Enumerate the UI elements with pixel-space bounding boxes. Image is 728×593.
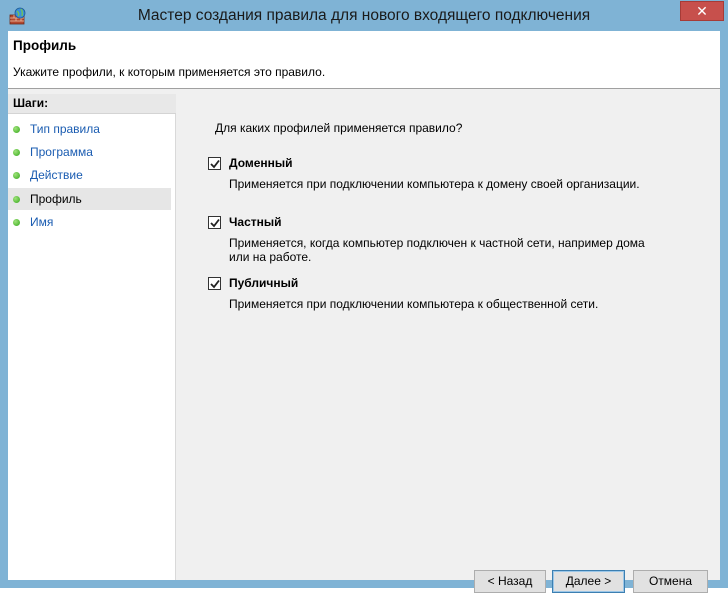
step-status-icon [13, 219, 20, 226]
step-status-icon [13, 149, 20, 156]
domain-label[interactable]: Доменный [229, 156, 293, 170]
public-label[interactable]: Публичный [229, 276, 298, 290]
back-button[interactable]: < Назад [474, 570, 546, 593]
checkmark-icon [210, 159, 220, 169]
steps-heading: Шаги: [8, 94, 176, 114]
private-checkbox[interactable] [208, 216, 221, 229]
domain-checkbox[interactable] [208, 157, 221, 170]
profiles-question: Для каких профилей применяется правило? [215, 121, 463, 135]
private-description: Применяется, когда компьютер подключен к… [229, 236, 645, 264]
checkmark-icon [210, 279, 220, 289]
step-status-icon [13, 196, 20, 203]
close-button[interactable]: ✕ [680, 1, 724, 21]
public-description: Применяется при подключении компьютера к… [229, 297, 599, 311]
page-title: Профиль [13, 38, 77, 53]
private-label[interactable]: Частный [229, 215, 282, 229]
step-label: Программа [30, 145, 93, 159]
next-button[interactable]: Далее > [552, 570, 625, 593]
step-label: Имя [30, 215, 54, 229]
step-action[interactable]: Действие [8, 164, 171, 186]
cancel-button[interactable]: Отмена [633, 570, 708, 593]
step-profile[interactable]: Профиль [8, 188, 171, 210]
title-bar[interactable]: Мастер создания правила для нового входя… [0, 0, 728, 31]
step-program[interactable]: Программа [8, 141, 171, 163]
page-header: Профиль Укажите профили, к которым приме… [8, 31, 720, 89]
wizard-window: Мастер создания правила для нового входя… [0, 0, 728, 593]
wizard-body: Профиль Укажите профили, к которым приме… [8, 31, 720, 593]
step-status-icon [13, 172, 20, 179]
public-checkbox[interactable] [208, 277, 221, 290]
page-subtitle: Укажите профили, к которым применяется э… [13, 65, 326, 79]
step-name[interactable]: Имя [8, 211, 171, 233]
step-label: Действие [30, 168, 83, 182]
step-rule-type[interactable]: Тип правила [8, 118, 171, 140]
steps-panel: Шаги: Тип правила Программа Действие Про… [8, 94, 176, 580]
content-panel: Для каких профилей применяется правило? … [176, 94, 720, 593]
checkmark-icon [210, 218, 220, 228]
step-status-icon [13, 126, 20, 133]
domain-description: Применяется при подключении компьютера к… [229, 177, 640, 191]
window-title: Мастер создания правила для нового входя… [137, 7, 591, 24]
step-label: Профиль [30, 192, 82, 206]
step-label: Тип правила [30, 122, 100, 136]
